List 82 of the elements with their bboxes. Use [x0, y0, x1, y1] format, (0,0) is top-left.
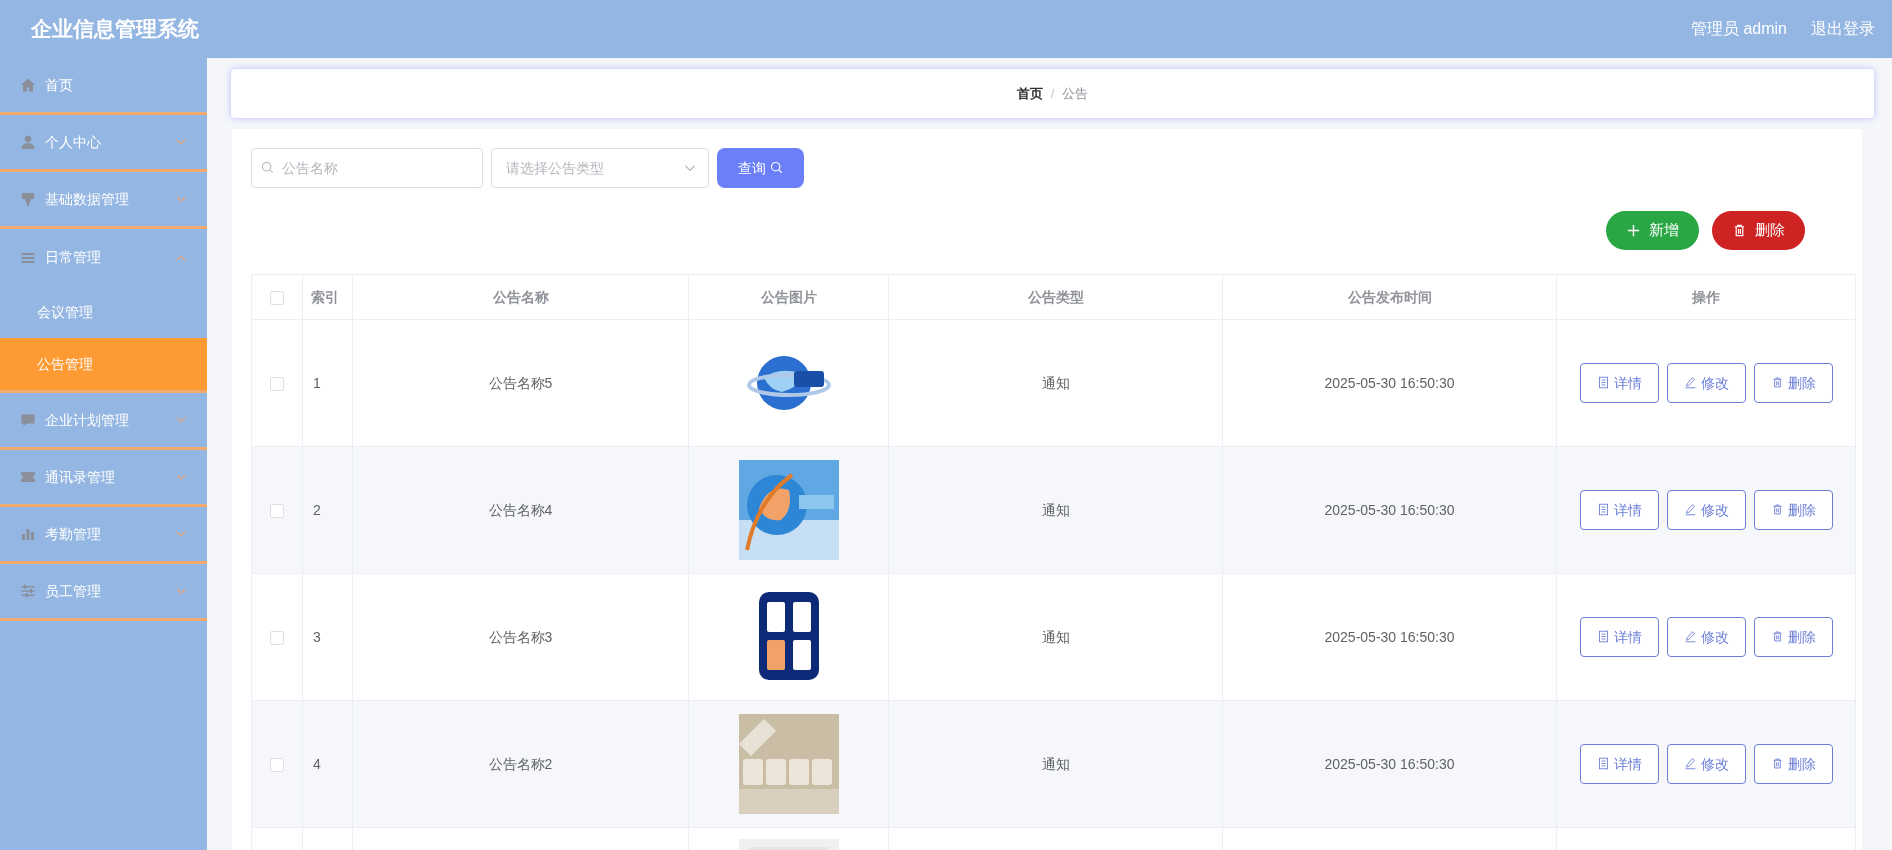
detail-button[interactable]: 详情	[1579, 744, 1659, 784]
stand-icon	[20, 191, 36, 207]
user-label: 管理员 admin	[1690, 19, 1787, 39]
column-header: 操作	[1692, 288, 1720, 305]
document-icon	[1596, 502, 1610, 516]
edit-button[interactable]: 修改	[1666, 363, 1746, 403]
table-cell: 公告名称5	[488, 374, 553, 391]
document-icon	[1596, 375, 1610, 389]
menu-item[interactable]: 企业计划管理	[0, 393, 207, 450]
edit-button[interactable]: 修改	[1666, 490, 1746, 530]
edit-button[interactable]: 修改	[1666, 744, 1746, 784]
trash-icon	[1770, 629, 1784, 643]
add-button[interactable]: 新增	[1606, 211, 1699, 250]
plus-icon	[1626, 223, 1641, 238]
document-icon	[1596, 756, 1610, 770]
pencil-icon	[1683, 375, 1697, 389]
delete-button[interactable]: 删除	[1753, 490, 1833, 530]
row-checkbox[interactable]	[270, 376, 284, 391]
trash-icon	[1770, 502, 1784, 516]
table-cell: 3	[313, 628, 321, 645]
delete-button[interactable]: 删除	[1753, 744, 1833, 784]
search-field[interactable]: 公告名称	[251, 148, 483, 188]
trash-icon	[1732, 223, 1747, 238]
type-select[interactable]: 请选择公告类型	[491, 148, 709, 188]
table-cell: 2025-05-30 16:50:30	[1324, 501, 1455, 518]
pencil-icon	[1683, 629, 1697, 643]
column-header: 公告图片	[760, 288, 817, 305]
column-header: 公告名称	[492, 288, 549, 305]
breadcrumb-link[interactable]: 首页	[1016, 83, 1043, 104]
table-cell: 2025-05-30 16:50:30	[1324, 755, 1455, 772]
edit-button[interactable]: 修改	[1666, 617, 1746, 657]
submenu-item[interactable]: 公告管理	[0, 338, 207, 390]
menu-item[interactable]: 通讯录管理	[0, 450, 207, 507]
pencil-icon	[1683, 502, 1697, 516]
pencil-icon	[1683, 756, 1697, 770]
menu-item[interactable]: 员工管理	[0, 564, 207, 621]
table-cell: 通知	[1041, 374, 1070, 391]
home-icon	[20, 77, 36, 93]
table-cell: 通知	[1041, 501, 1070, 518]
ticket-icon	[20, 469, 36, 485]
menu-item[interactable]: 首页	[0, 58, 207, 115]
menu-item[interactable]: 个人中心	[0, 115, 207, 172]
row-checkbox[interactable]	[270, 630, 284, 645]
table-cell: 公告名称2	[488, 755, 553, 772]
table-cell: 2	[313, 501, 321, 518]
table-cell: 1	[313, 374, 321, 391]
table-cell: 2025-05-30 16:50:30	[1324, 628, 1455, 645]
user-icon	[20, 134, 36, 150]
row-checkbox[interactable]	[270, 757, 284, 772]
row-checkbox[interactable]	[270, 503, 284, 518]
delete-button[interactable]: 删除	[1753, 363, 1833, 403]
menu-item[interactable]: 考勤管理	[0, 507, 207, 564]
submenu-item[interactable]: 会议管理	[0, 286, 207, 338]
select-all-checkbox[interactable]	[270, 290, 284, 305]
app-title: 企业信息管理系统	[31, 16, 199, 43]
column-header: 公告发布时间	[1347, 288, 1432, 305]
logout-link[interactable]: 退出登录	[1811, 17, 1875, 41]
detail-button[interactable]: 详情	[1579, 490, 1659, 530]
column-header: 公告类型	[1027, 288, 1084, 305]
delete-button[interactable]: 删除	[1753, 617, 1833, 657]
table-cell: 通知	[1041, 755, 1070, 772]
trash-icon	[1770, 756, 1784, 770]
sliders-icon	[20, 583, 36, 599]
breadcrumb-separator: /	[1050, 84, 1055, 103]
table-cell: 2025-05-30 16:50:30	[1324, 374, 1455, 391]
table-cell: 通知	[1041, 628, 1070, 645]
trash-icon	[1770, 375, 1784, 389]
menu-item[interactable]: 日常管理	[0, 229, 207, 286]
detail-button[interactable]: 详情	[1579, 363, 1659, 403]
query-button[interactable]: 查询	[717, 148, 804, 188]
table-cell: 4	[313, 755, 321, 772]
column-header: 索引	[311, 288, 339, 305]
table-cell: 公告名称3	[488, 628, 553, 645]
table-cell: 公告名称4	[488, 501, 553, 518]
document-icon	[1596, 629, 1610, 643]
delete-button[interactable]: 删除	[1712, 211, 1805, 250]
detail-button[interactable]: 详情	[1579, 617, 1659, 657]
search-icon	[769, 161, 784, 175]
bar-chart-icon	[20, 526, 36, 542]
search-icon	[261, 161, 275, 175]
chat-icon	[20, 412, 36, 428]
menu-item[interactable]: 基础数据管理	[0, 172, 207, 229]
